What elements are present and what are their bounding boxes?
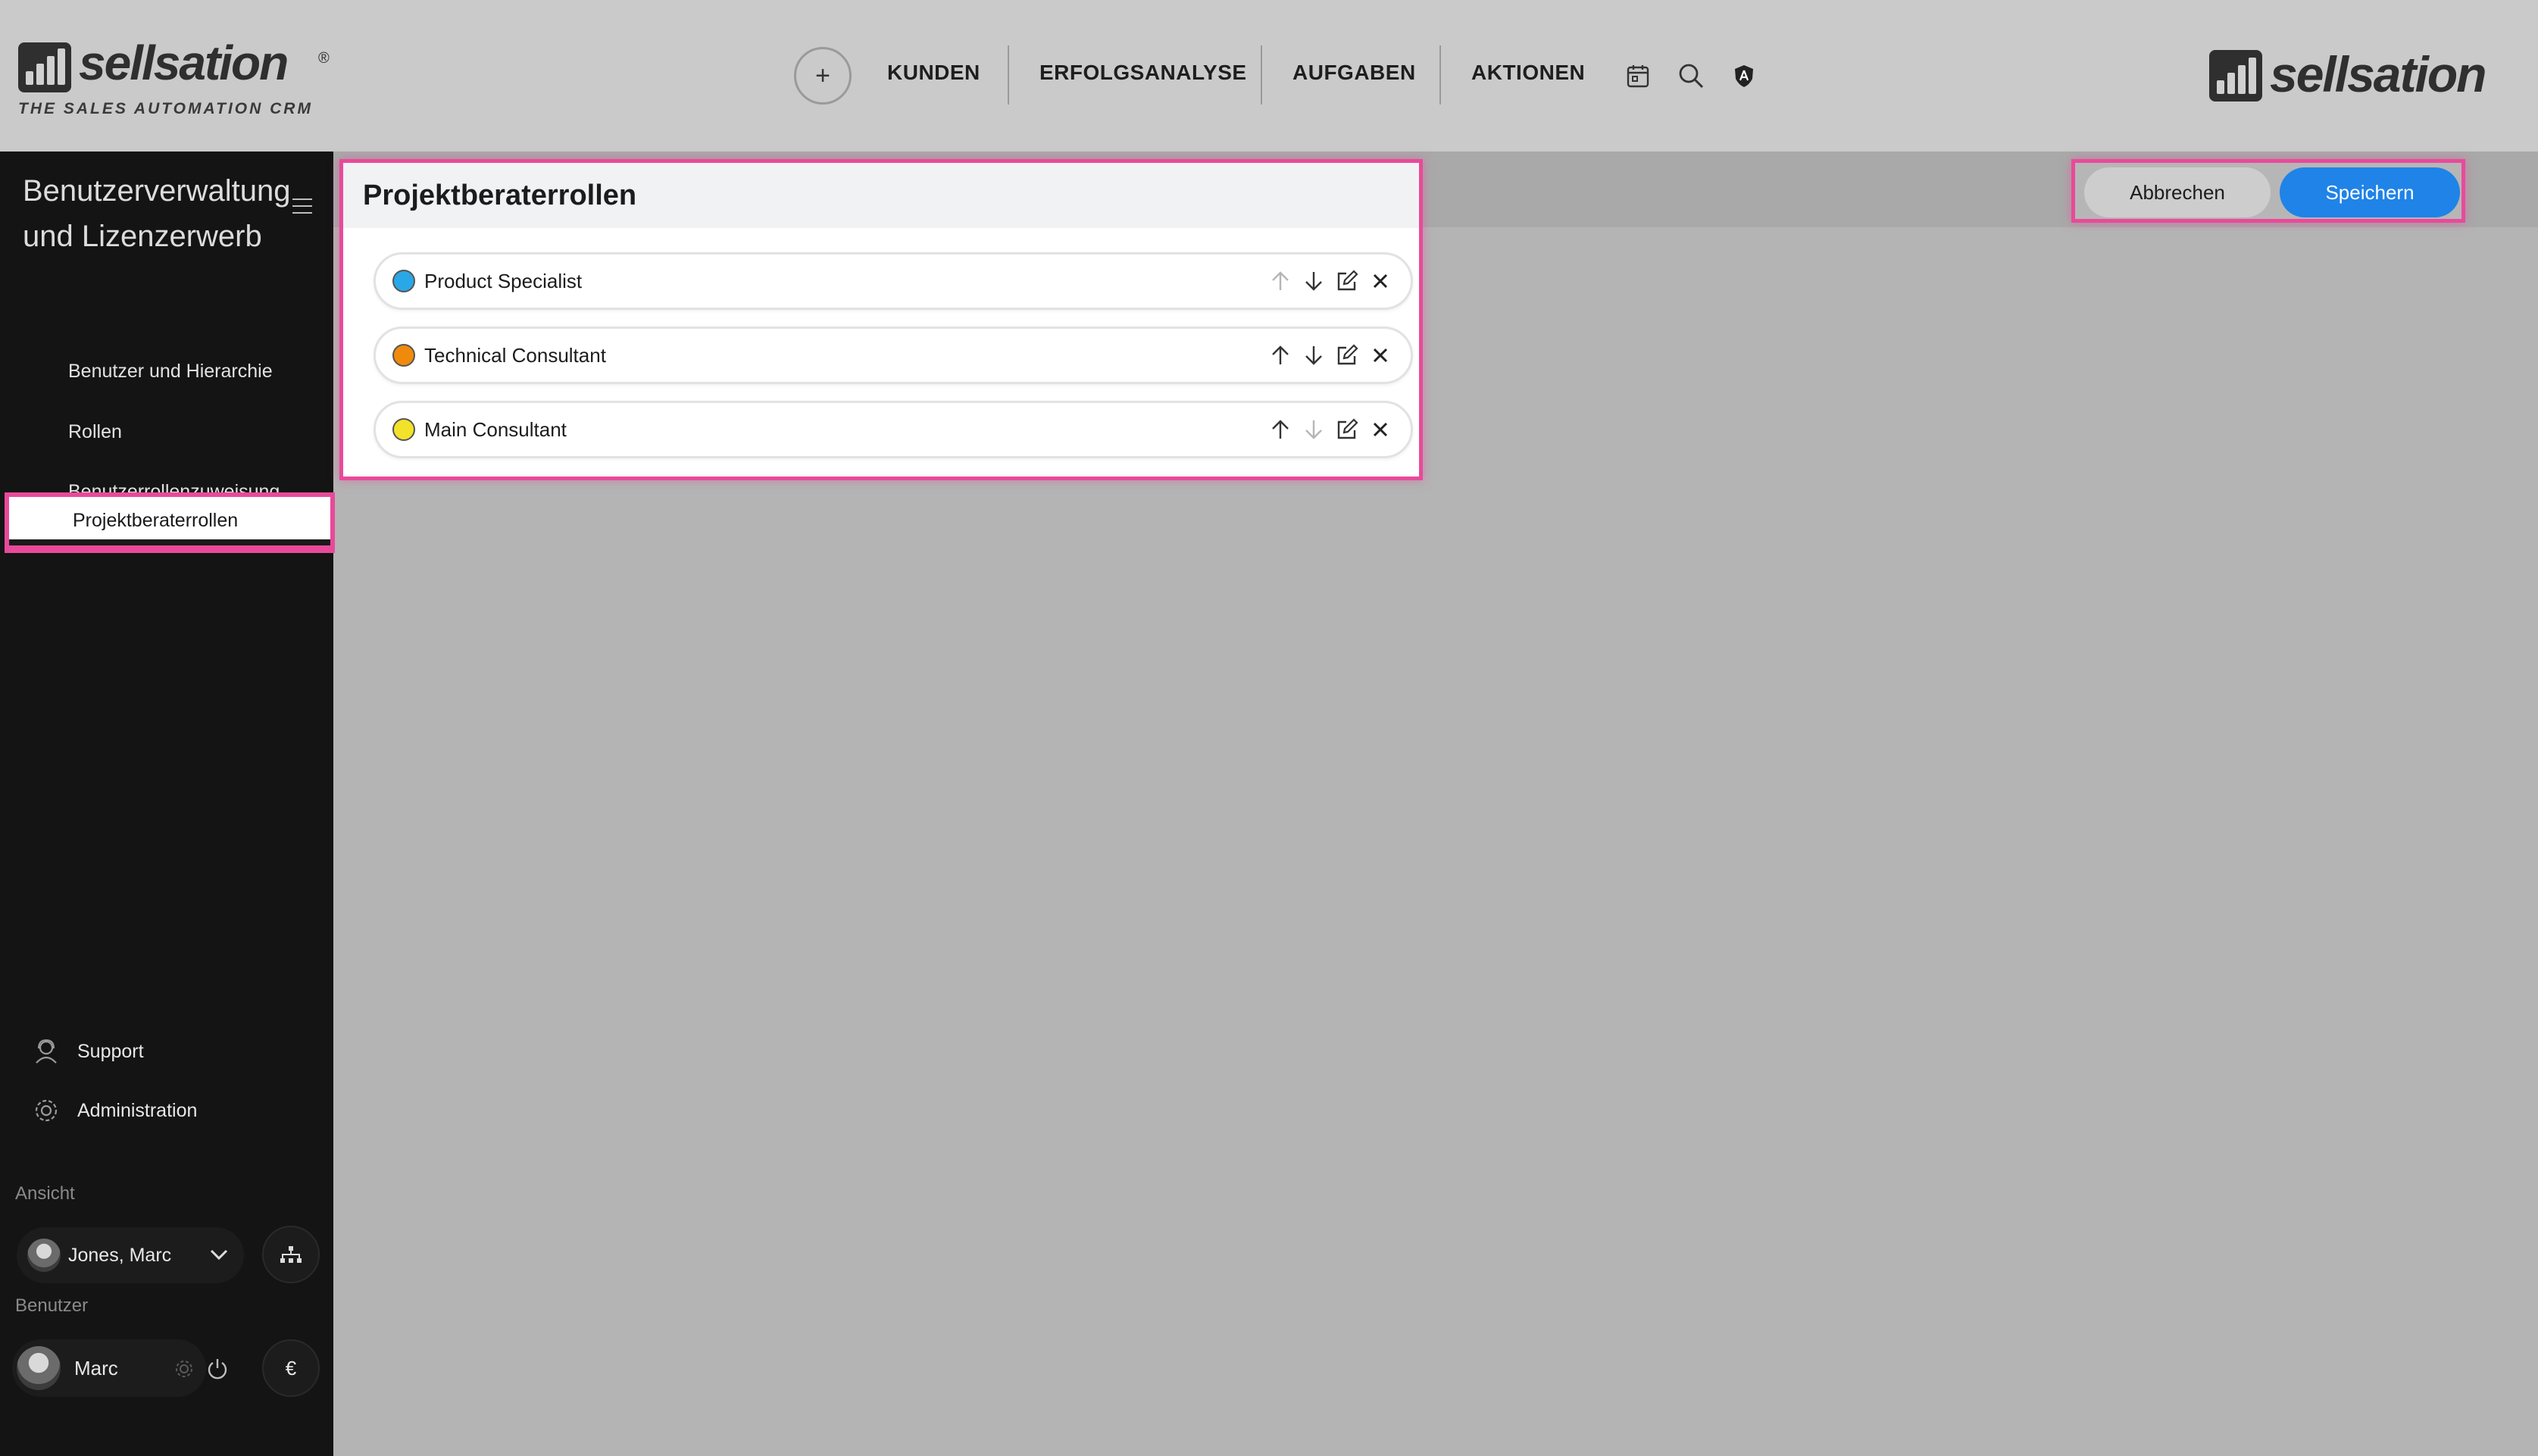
move-up-icon <box>1264 264 1297 298</box>
form-actions: Abbrechen Speichern <box>2071 159 2465 223</box>
nav-aufgaben[interactable]: AUFGABEN <box>1292 61 1416 85</box>
nav-kunden[interactable]: KUNDEN <box>887 61 980 85</box>
nav-aktionen[interactable]: AKTIONEN <box>1471 61 1585 85</box>
shield-icon[interactable] <box>1730 62 1758 89</box>
role-color-dot <box>392 344 415 367</box>
logo-tagline: THE SALES AUTOMATION CRM <box>18 100 313 117</box>
user-caption: Benutzer <box>15 1295 89 1316</box>
sidebar: Benutzerverwaltung und Lizenzerwerb Benu… <box>0 152 335 1456</box>
registered-mark: ® <box>318 50 330 67</box>
support-label: Support <box>77 1040 144 1062</box>
edit-icon[interactable] <box>1330 264 1364 298</box>
role-name: Technical Consultant <box>424 343 606 367</box>
hierarchy-button[interactable] <box>262 1226 320 1283</box>
user-name: Marc <box>74 1356 118 1379</box>
hamburger-menu-icon[interactable] <box>292 198 312 214</box>
administration-link[interactable]: Administration <box>33 1088 197 1133</box>
view-user-select[interactable]: Jones, Marc <box>17 1227 244 1283</box>
delete-icon[interactable] <box>1364 339 1397 372</box>
search-icon[interactable] <box>1677 62 1705 89</box>
avatar <box>17 1346 61 1390</box>
move-down-icon[interactable] <box>1297 264 1330 298</box>
administration-label: Administration <box>77 1099 198 1121</box>
role-name: Main Consultant <box>424 417 567 441</box>
nav-divider <box>1439 45 1441 105</box>
logo-bars-icon <box>2209 50 2262 102</box>
save-button[interactable]: Speichern <box>2280 167 2460 217</box>
sidebar-title: Benutzerverwaltung und Lizenzerwerb <box>23 174 291 253</box>
sidebar-item-projektberaterrollen[interactable]: Projektberaterrollen <box>5 492 335 553</box>
role-row[interactable]: Product Specialist <box>374 252 1413 310</box>
avatar <box>27 1239 61 1272</box>
page-title: Projektberaterrollen <box>363 179 637 211</box>
move-up-icon[interactable] <box>1264 413 1297 446</box>
nav-divider <box>1261 45 1262 105</box>
hierarchy-icon <box>280 1246 302 1263</box>
calendar-icon[interactable] <box>1624 62 1652 89</box>
roles-panel: Projektberaterrollen Product Specialist … <box>339 159 1423 480</box>
role-name: Product Specialist <box>424 269 583 292</box>
view-user-name: Jones, Marc <box>68 1244 172 1266</box>
edit-icon[interactable] <box>1330 413 1364 446</box>
chevron-down-icon <box>210 1249 228 1261</box>
role-color-dot <box>392 270 415 292</box>
delete-icon[interactable] <box>1364 264 1397 298</box>
logo-wordmark: sellsation <box>2270 46 2486 102</box>
top-bar: sellsation ® THE SALES AUTOMATION CRM + … <box>0 0 2538 152</box>
logo-bars-icon <box>18 42 71 92</box>
support-link[interactable]: Support <box>33 1029 144 1074</box>
add-new-button[interactable]: + <box>794 47 852 105</box>
sidebar-item-benutzer-und-hierarchie[interactable]: Benutzer und Hierarchie <box>0 341 333 401</box>
view-caption: Ansicht <box>15 1183 75 1204</box>
brand-logo[interactable]: sellsation ® THE SALES AUTOMATION CRM <box>18 36 336 123</box>
role-color-dot <box>392 418 415 441</box>
sidebar-item-rollen[interactable]: Rollen <box>0 401 333 462</box>
delete-icon[interactable] <box>1364 413 1397 446</box>
panel-header: Projektberaterrollen <box>343 163 1419 228</box>
support-icon <box>36 1039 57 1064</box>
move-down-icon <box>1297 413 1330 446</box>
nav-divider <box>1008 45 1009 105</box>
logo-wordmark: sellsation <box>79 36 289 90</box>
cancel-button[interactable]: Abbrechen <box>2084 167 2271 217</box>
role-row[interactable]: Technical Consultant <box>374 327 1413 384</box>
edit-icon[interactable] <box>1330 339 1364 372</box>
settings-icon <box>176 1361 192 1377</box>
brand-logo-right: sellsation <box>2209 46 2520 108</box>
move-down-icon[interactable] <box>1297 339 1330 372</box>
move-up-icon[interactable] <box>1264 339 1297 372</box>
currency-button[interactable]: € <box>262 1339 320 1397</box>
current-user[interactable]: Marc <box>12 1339 227 1397</box>
nav-erfolgsanalyse[interactable]: ERFOLGSANALYSE <box>1039 61 1247 85</box>
power-icon <box>208 1359 227 1379</box>
role-row[interactable]: Main Consultant <box>374 401 1413 458</box>
gear-icon <box>35 1099 58 1122</box>
